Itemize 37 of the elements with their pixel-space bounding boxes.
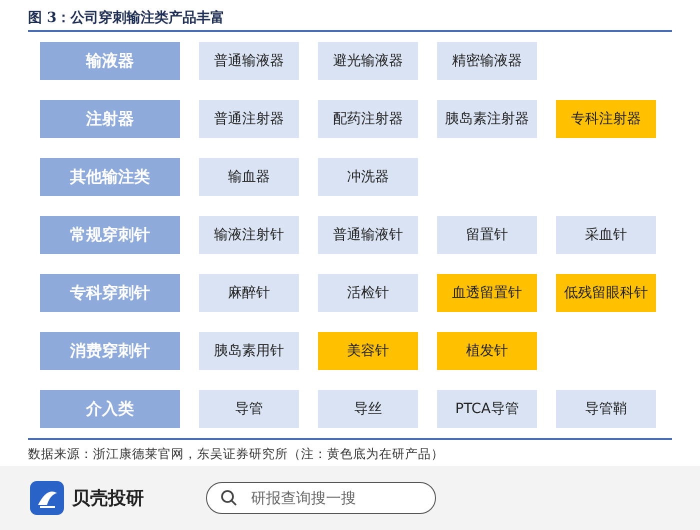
product-label: 避光输液器 <box>318 42 418 80</box>
product-label: 普通输液器 <box>199 42 299 80</box>
product-label: 普通注射器 <box>199 100 299 138</box>
brand-name: 贝壳投研 <box>72 487 145 510</box>
category-label: 其他输注类 <box>40 158 180 196</box>
product-label: 胰岛素用针 <box>199 332 299 370</box>
figure-title: 图 3：公司穿刺输注类产品丰富 <box>28 8 226 28</box>
product-label: 活检针 <box>318 274 418 312</box>
product-label: 冲洗器 <box>318 158 418 196</box>
product-label: 配药注射器 <box>318 100 418 138</box>
app-logo-icon <box>30 481 64 515</box>
product-label: 麻醉针 <box>199 274 299 312</box>
product-label: 植发针 <box>437 332 537 370</box>
category-label: 输液器 <box>40 42 180 80</box>
product-label: 专科注射器 <box>556 100 656 138</box>
product-label: 输血器 <box>199 158 299 196</box>
product-label: 输液注射针 <box>199 216 299 254</box>
product-label: 低残留眼科针 <box>556 274 656 312</box>
category-label: 介入类 <box>40 390 180 428</box>
product-label: 导管鞘 <box>556 390 656 428</box>
product-label: 普通输液针 <box>318 216 418 254</box>
product-label: 血透留置针 <box>437 274 537 312</box>
product-label: PTCA导管 <box>437 390 537 428</box>
product-label: 导丝 <box>318 390 418 428</box>
category-label: 专科穿刺针 <box>40 274 180 312</box>
product-label: 采血针 <box>556 216 656 254</box>
category-label: 常规穿刺针 <box>40 216 180 254</box>
product-label: 留置针 <box>437 216 537 254</box>
source-note: 数据来源：浙江康德莱官网，东吴证券研究所（注：黄色底为在研产品） <box>28 445 445 463</box>
product-label: 精密输液器 <box>437 42 537 80</box>
category-label: 消费穿刺针 <box>40 332 180 370</box>
product-label: 美容针 <box>318 332 418 370</box>
search-icon <box>220 489 238 507</box>
product-label: 胰岛素注射器 <box>437 100 537 138</box>
category-label: 注射器 <box>40 100 180 138</box>
product-label: 导管 <box>199 390 299 428</box>
search-field[interactable]: 研报查询搜一搜 <box>206 482 436 514</box>
